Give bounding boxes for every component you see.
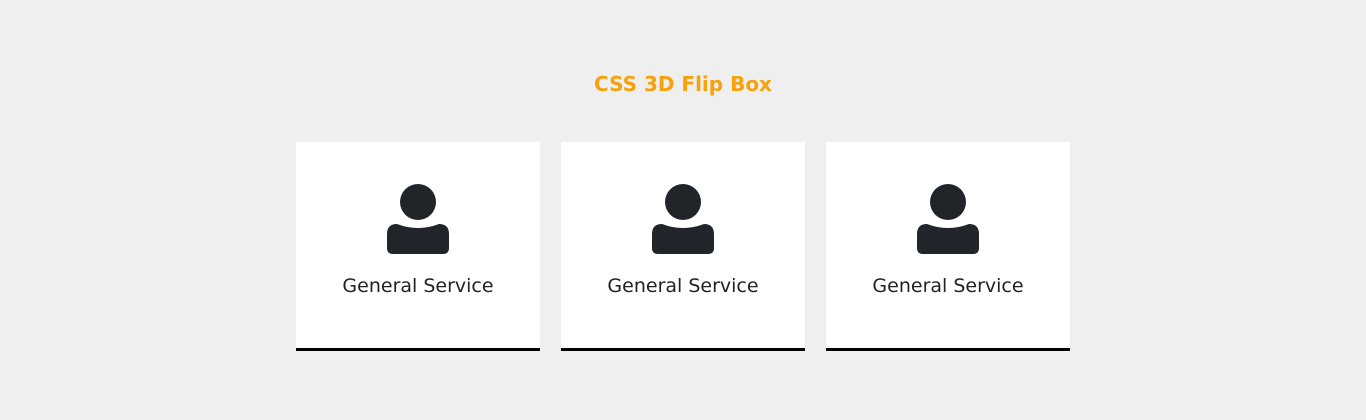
card-label: General Service bbox=[872, 275, 1024, 297]
flip-box-card-3[interactable]: General Service bbox=[826, 142, 1070, 351]
user-icon bbox=[917, 184, 979, 254]
card-label: General Service bbox=[607, 275, 759, 297]
page: CSS 3D Flip Box General Service General … bbox=[0, 0, 1366, 420]
flip-box-card-2[interactable]: General Service bbox=[561, 142, 805, 351]
flip-box-list: General Service General Service General … bbox=[296, 142, 1070, 351]
user-icon bbox=[387, 184, 449, 254]
flip-box-card-1[interactable]: General Service bbox=[296, 142, 540, 351]
user-icon bbox=[652, 184, 714, 254]
page-title: CSS 3D Flip Box bbox=[594, 72, 772, 96]
card-label: General Service bbox=[342, 275, 494, 297]
